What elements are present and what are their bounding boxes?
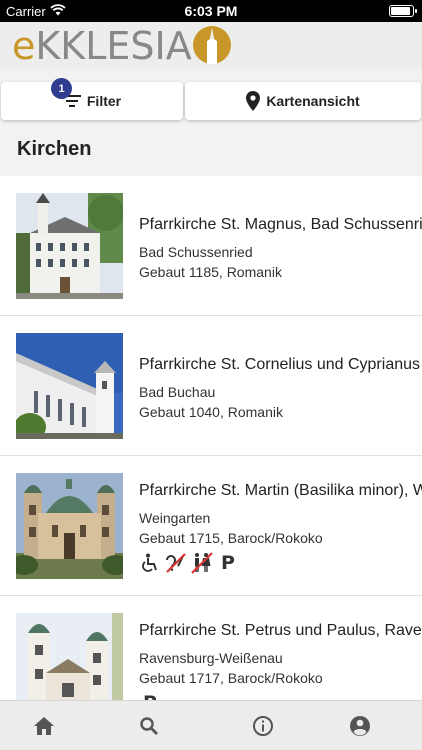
clock: 6:03 PM [184, 3, 238, 19]
app-header: eKKLESIA [0, 22, 422, 68]
church-place: Bad Schussenried [139, 244, 253, 260]
church-title: Pfarrkirche St. Cornelius und Cyprianus [139, 356, 421, 373]
account-icon[interactable] [347, 713, 373, 739]
church-title: Pfarrkirche St. Petrus und Paulus, Raven… [139, 622, 422, 639]
church-title: Pfarrkirche St. Magnus, Bad Schussenried [139, 216, 422, 233]
home-icon[interactable] [31, 713, 57, 739]
app-root: Carrier 6:03 PM eKKLESIA Filter 1 Karten… [0, 0, 422, 750]
feature-icons: P [139, 552, 243, 574]
church-list-item[interactable]: Pfarrkirche St. Petrus und Paulus, Raven… [0, 596, 422, 700]
wheelchair-icon [139, 552, 161, 574]
app-logo: eKKLESIA [12, 24, 192, 68]
action-bar: Filter 1 Kartenansicht [0, 78, 422, 122]
search-icon[interactable] [136, 713, 162, 739]
filter-button[interactable]: Filter [1, 82, 183, 120]
church-built: Gebaut 1717, Barock/Rokoko [139, 670, 323, 686]
church-built: Gebaut 1715, Barock/Rokoko [139, 530, 323, 546]
church-list-item[interactable]: Pfarrkirche St. Martin (Basilika minor),… [0, 456, 422, 596]
feature-icons: P [139, 692, 165, 700]
filter-label: Filter [86, 93, 122, 109]
church-photo [16, 333, 123, 439]
church-title: Pfarrkirche St. Martin (Basilika minor),… [139, 482, 422, 499]
church-photo [16, 473, 123, 579]
church-place: Bad Buchau [139, 384, 216, 400]
parking-icon: P [139, 692, 161, 700]
map-view-button[interactable]: Kartenansicht [185, 82, 421, 120]
info-icon[interactable] [250, 713, 276, 739]
no-hearing-icon [165, 552, 187, 574]
section-title: Kirchen [17, 138, 92, 160]
no-toilet-icon [191, 552, 213, 574]
church-place: Weingarten [139, 510, 211, 526]
tab-bar [0, 700, 422, 750]
church-list-item[interactable]: Pfarrkirche St. Cornelius und Cyprianus … [0, 316, 422, 456]
church-photo [16, 193, 123, 299]
church-built: Gebaut 1040, Romanik [139, 404, 283, 420]
status-bar: Carrier 6:03 PM [0, 0, 422, 22]
church-list-item[interactable]: Pfarrkirche St. Magnus, Bad Schussenried… [0, 176, 422, 316]
church-list[interactable]: Pfarrkirche St. Magnus, Bad Schussenried… [0, 176, 422, 700]
parking-icon: P [221, 552, 235, 574]
filter-count-badge: 1 [51, 78, 72, 99]
logo-mark-icon [193, 26, 231, 64]
battery-icon [389, 5, 417, 17]
location-pin-icon [246, 91, 261, 111]
church-photo [16, 613, 123, 700]
church-place: Ravensburg-Weißenau [139, 650, 283, 666]
church-built: Gebaut 1185, Romanik [139, 264, 282, 280]
map-view-label: Kartenansicht [266, 93, 360, 109]
